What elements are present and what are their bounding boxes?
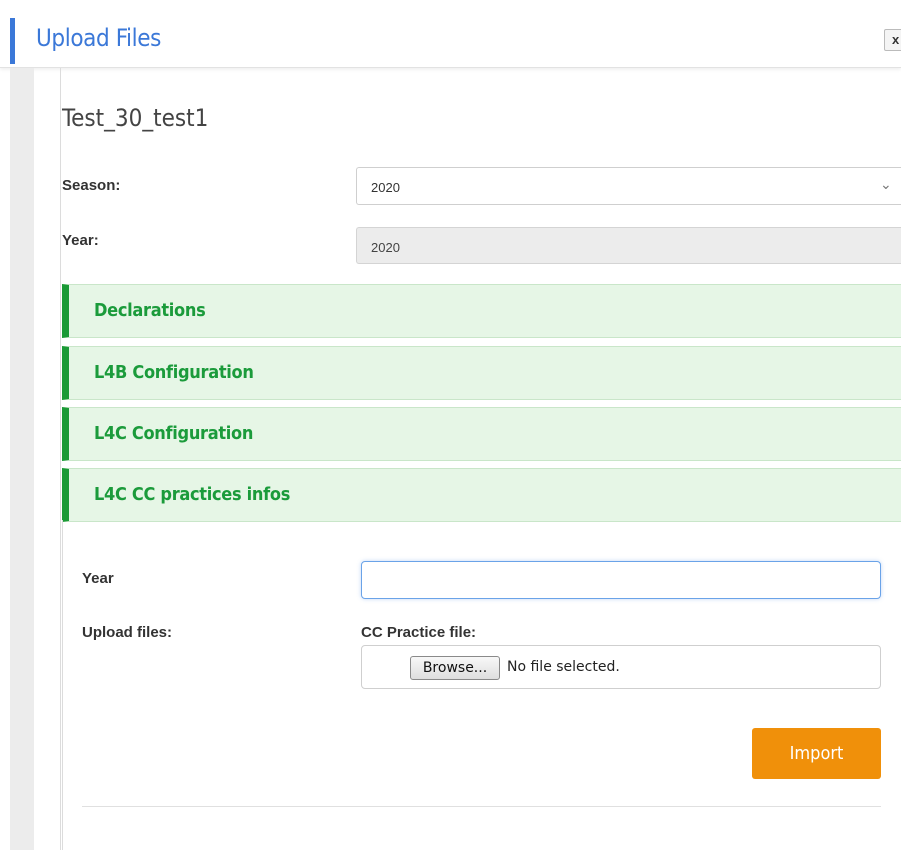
chevron-down-icon: ⌄ xyxy=(880,176,892,192)
divider xyxy=(82,806,881,807)
left-gutter xyxy=(10,68,34,850)
accordion-label: L4C Configuration xyxy=(94,423,254,444)
season-label: Season: xyxy=(62,177,121,194)
accordion-label: L4B Configuration xyxy=(94,362,254,383)
site-title: Test_30_test1 xyxy=(62,104,209,132)
form-year-label: Year xyxy=(82,570,114,587)
season-select[interactable]: 2020 xyxy=(356,167,901,205)
accordion-label: L4C CC practices infos xyxy=(94,484,291,505)
close-button[interactable]: x xyxy=(884,29,901,51)
year-label: Year: xyxy=(62,232,99,249)
dialog-title: Upload Files xyxy=(36,24,161,52)
year-input[interactable] xyxy=(361,561,881,599)
dialog-header: Upload Files x xyxy=(0,0,901,68)
file-input[interactable]: Browse... No file selected. xyxy=(361,645,881,689)
upload-files-label: Upload files: xyxy=(82,624,173,641)
panel-border xyxy=(60,68,61,850)
file-status-text: No file selected. xyxy=(507,659,620,675)
year-readonly-field: 2020 xyxy=(356,227,901,264)
header-accent-bar xyxy=(10,18,15,64)
import-button[interactable]: Import xyxy=(752,728,881,779)
accordion-l4c-configuration[interactable]: L4C Configuration xyxy=(62,407,901,461)
cc-practice-file-label: CC Practice file: xyxy=(361,624,477,641)
browse-button[interactable]: Browse... xyxy=(410,656,500,680)
accordion-l4c-cc-practices-infos[interactable]: L4C CC practices infos xyxy=(62,468,901,522)
accordion-label: Declarations xyxy=(94,300,206,321)
accordion-declarations[interactable]: Declarations xyxy=(62,284,901,338)
accordion-body-border xyxy=(62,520,63,850)
accordion-l4b-configuration[interactable]: L4B Configuration xyxy=(62,346,901,400)
